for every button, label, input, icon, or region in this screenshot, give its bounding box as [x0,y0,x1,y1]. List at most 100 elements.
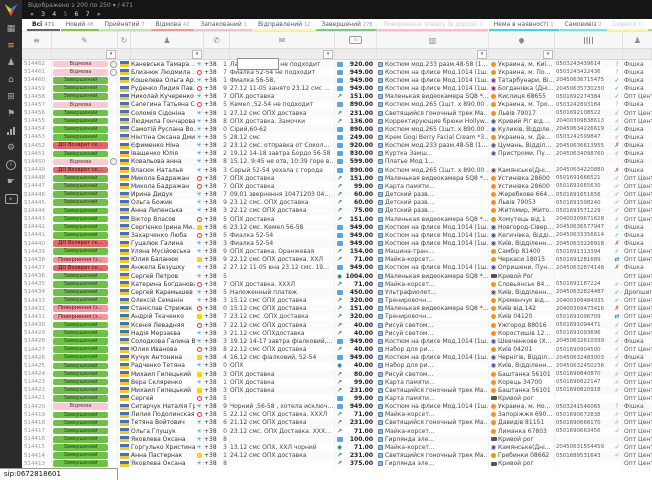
table-row[interactable]: 514424 Завершений Михаил Гилецький +38 3… [22,370,652,378]
reports-icon[interactable] [0,122,22,139]
ttn-cell[interactable]: 20450632874148 [555,264,612,272]
table-row[interactable]: 514447 Завершений Микола Бадражан +38 7 … [22,182,652,190]
ttn-cell[interactable]: 0503242893184 [555,101,612,109]
table-row[interactable]: 514434 Завершений Сергей Карамышев ✳ +38… [22,288,652,296]
status-tab[interactable]: Всі471 [27,19,60,31]
table-row[interactable]: 514450 Відмова ! Ковальова анна ✳ +38 8 … [22,158,652,166]
status-tab[interactable]: В дорозі додому0 [648,19,652,31]
table-row[interactable]: 514457 Відмова Сапегина Татьяна С… +38 5… [22,101,652,109]
ttn-cell[interactable]: 0501692108522 [555,109,612,117]
filter-dropdown-icon[interactable]: ▼ [543,50,553,59]
ttn-cell[interactable]: 20450636613955 [555,142,612,150]
table-row[interactable]: 514438 Повернення (з… Юлия Баланюк +38 9… [22,256,652,264]
status-tab[interactable]: Новий48 [61,19,99,31]
ttn-cell[interactable]: 0501691096709 [555,313,612,321]
table-row[interactable]: 514435 Завершений Катерина Богданова +38… [22,280,652,288]
table-row[interactable]: 514428 Завершений Солодкова Галина В… ✳ … [22,337,652,345]
ttn-cell[interactable]: 0501691598240 [555,199,612,207]
table-row[interactable]: 514454 Завершений Самотій Руслана Во… ✳ … [22,125,652,133]
table-row[interactable]: 514437 ДО Возврат ск… Анжела Безушку ✳ +… [22,264,652,272]
product-column[interactable]: ▥ [377,32,489,48]
ttn-cell[interactable]: 20450632610339 [555,337,612,345]
table-row[interactable]: 514456 Завершений Соломія Сідоніна ✳ +38… [22,109,652,117]
refresh-column[interactable]: ↻ [118,32,131,48]
customer-column[interactable]: ♟ [131,32,204,48]
table-row[interactable]: 514440 ДО Возврат ск… Гуцалюк Галина ✳ +… [22,239,652,247]
table-row[interactable]: 514433 Завершений Олексій Семанін ✳ +38 … [22,297,652,305]
ttn-cell[interactable]: 0501691571229 [555,207,612,215]
table-row[interactable]: 514448 Завершений Микола Бадражан +38 7 … [22,174,652,182]
ttn-cell[interactable]: 0501691666521 [555,174,612,182]
ttn-cell[interactable] [555,158,612,166]
ttn-cell[interactable]: 0501691665630 [555,182,612,190]
ttn-cell[interactable]: 0503243439614 [555,60,612,68]
payment-column[interactable]: ¤ [335,32,377,48]
ttn-cell[interactable]: 20450632824487 [555,288,612,296]
table-row[interactable]: 514416 Завершений Яковлева Оксана ✳ +38 … [22,435,652,443]
ttn-cell[interactable] [555,460,612,468]
table-row[interactable]: 514429 Завершений Надія Мерзаєва ✳ +38 3… [22,329,652,337]
table-row[interactable]: 514460 Завершений Кошелева Ольга Ар… ✳ +… [22,76,652,84]
status-tab[interactable]: Відмова42 [151,19,195,31]
ttn-cell[interactable]: 0503242599847 [555,133,612,141]
status-tab[interactable]: Завершений278 [316,19,377,31]
ttn-cell[interactable]: 20450634226619 [555,125,612,133]
table-row[interactable]: 514421 Завершений Сергей +38 5 99.00 Кар… [22,394,652,402]
ttn-cell[interactable]: 0501691093696 [555,329,612,337]
table-row[interactable]: 514422 Завершений Михаил Гилецький +38 3… [22,386,652,394]
table-row[interactable]: 514462 Відмова ! Каневська Тамара … ✳ +3… [22,60,652,68]
filter-dropdown-icon[interactable]: ▼ [323,50,333,59]
region-column[interactable] [489,32,555,48]
table-row[interactable]: 514461 Відмова ! Близнюк Людмила … +38 7… [22,68,652,76]
ttn-cell[interactable]: 20450632450236 [555,362,612,370]
settings-icon[interactable]: ⚙ [0,139,22,156]
table-row[interactable]: 514419 Завершений Лилия Подолинская +38 … [22,411,652,419]
ttn-cell[interactable]: 0501690663456 [555,427,612,435]
status-tab[interactable]: Самовивіз2 [560,19,607,31]
comment-column[interactable]: ✉ [230,32,335,48]
ttn-cell[interactable]: 20450631554459 [555,443,612,451]
ttn-cell[interactable]: 0501690820918 [555,386,612,394]
status-tab[interactable]: Запакований1 [195,19,252,31]
campaigns-icon[interactable]: ⚑ [0,105,22,122]
ttn-cell[interactable]: 0501691281689 [555,256,612,264]
info-icon[interactable]: i [0,156,22,173]
ttn-cell[interactable]: 0501690840870 [555,370,612,378]
video-tutorials-icon[interactable]: ▸ [0,190,22,207]
filter-dropdown-icon[interactable]: ▼ [192,50,202,59]
table-row[interactable]: 514451 Завершений Іващенко Юлія ✳ +38 2 … [22,150,652,158]
table-row[interactable]: 514423 Завершений Вера Скляренко ✳ +38 1… [22,378,652,386]
table-row[interactable]: 514417 Завершений Ольга Глущук ✳ +38 0 2… [22,427,652,435]
page-number[interactable]: 3 [41,10,45,18]
table-row[interactable]: 514425 Завершений Радченко Тетяна ✳ +38 … [22,362,652,370]
ttn-cell[interactable]: 20450636577947 [555,223,612,231]
status-tab[interactable]: Відправлений12 [253,19,316,31]
ttn-cell[interactable] [555,435,612,443]
page-number[interactable]: 4 [52,10,56,18]
records-range[interactable]: Відображено з 200 по 250 ▾ / 471 [28,2,652,9]
ttn-cell[interactable]: 20450634220880 [555,166,612,174]
page-number[interactable]: 7 [86,10,90,18]
dashboard-icon[interactable]: ▦ [0,20,22,37]
table-row[interactable]: 514427 Завершений Юлия Иванова +38 8 22.… [22,345,652,353]
ttn-cell[interactable]: 20400309671628 [555,215,612,223]
ttn-cell[interactable]: 0501692274384 [555,93,612,101]
status-tab[interactable]: Сервіси0 [608,19,647,31]
table-row[interactable]: 514458 Завершений Николай Кучеренко ✳ +3… [22,93,652,101]
phone-column[interactable]: ✆ [204,32,230,48]
ttn-cell[interactable]: 20400309838613 [555,117,612,125]
support-icon[interactable]: ☛ [0,173,22,190]
ttn-column[interactable] [555,32,623,48]
table-row[interactable]: 514426 Завершений Кучук Антонина +38 4 1… [22,354,652,362]
ttn-cell[interactable]: 0501691094471 [555,321,612,329]
orders-icon[interactable]: ≡ [0,37,22,54]
table-row[interactable]: 514455 Завершений Людмила Гончарова ✳ +3… [22,117,652,125]
ttn-cell[interactable]: 0503243422436 [555,68,612,76]
table-row[interactable]: 514430 Завершений Ксенія Левадняя +38 7 … [22,321,652,329]
status-tab[interactable]: Нема в наявності1 [489,19,559,31]
ttn-cell[interactable]: 0501691313394 [555,248,612,256]
ttn-cell[interactable]: 20400309473416 [555,305,612,313]
table-row[interactable]: 514420 Відмова Ситарчук Наталія Гр… ✳ +3… [22,403,652,411]
ttn-cell[interactable]: 0501691187224 [555,280,612,288]
ttn-cell[interactable]: 20450636715475 [555,76,612,84]
